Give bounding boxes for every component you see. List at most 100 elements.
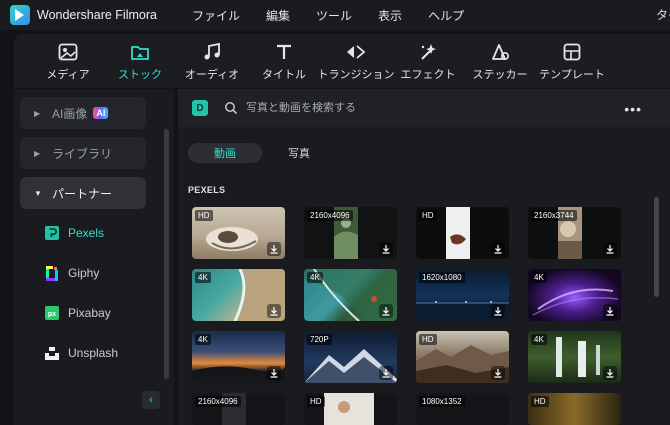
tab-video[interactable]: 動画 [188, 143, 262, 163]
title-bar: Wondershare Filmora ファイル 編集 ツール 表示 ヘルプ タ… [0, 0, 670, 30]
download-icon[interactable] [379, 366, 393, 380]
tab-audio[interactable]: オーディオ [176, 34, 248, 88]
pexels-icon [44, 225, 60, 241]
giphy-icon [44, 265, 60, 281]
tab-template[interactable]: テンプレート [536, 34, 608, 88]
stock-icon [129, 41, 151, 63]
resolution-badge: 2160x3744 [531, 210, 577, 221]
download-icon[interactable] [267, 366, 281, 380]
sidebar-item-label: パートナー [52, 186, 113, 201]
menu-edit[interactable]: 編集 [266, 7, 290, 24]
sidebar-item-pexels[interactable]: Pexels [44, 221, 104, 245]
video-thumbnail[interactable]: 2160x3744 [528, 207, 621, 259]
sticker-icon [489, 41, 511, 63]
provider-badge[interactable]: D [192, 100, 208, 116]
tab-stock[interactable]: ストック [104, 34, 176, 88]
pixabay-icon: px [44, 305, 60, 321]
download-icon[interactable] [379, 242, 393, 256]
asset-toolbar: メディア ストック オーディオ タイトル トランジション エフェクト ステッカー… [14, 34, 670, 88]
sidebar-scrollbar[interactable] [164, 129, 169, 379]
more-options-icon[interactable]: ••• [624, 101, 642, 117]
menu-help[interactable]: ヘルプ [428, 7, 464, 24]
tab-effect[interactable]: エフェクト [392, 34, 464, 88]
download-icon[interactable] [491, 242, 505, 256]
resolution-badge: 720P [307, 334, 332, 345]
tab-effect-label: エフェクト [400, 68, 456, 81]
video-thumbnail[interactable]: 1080x1352 [416, 393, 509, 425]
download-icon[interactable] [491, 366, 505, 380]
download-icon[interactable] [491, 304, 505, 318]
chevron-right-icon: ▶ [34, 148, 41, 158]
tab-stock-label: ストック [118, 68, 162, 81]
video-thumbnail[interactable]: 1620x1080 [416, 269, 509, 321]
resolution-badge: 2160x4096 [195, 396, 241, 407]
partner-label: Pexels [68, 226, 105, 240]
tab-title-label: タイトル [262, 68, 306, 81]
resolution-badge: 2160x4096 [307, 210, 353, 221]
download-icon[interactable] [267, 304, 281, 318]
effect-icon [417, 41, 439, 63]
search-input[interactable] [246, 102, 546, 114]
sidebar-item-unsplash[interactable]: Unsplash [44, 341, 118, 365]
tab-media-label: メディア [46, 68, 90, 81]
partner-label: Pixabay [68, 306, 111, 320]
resolution-badge: 4K [531, 334, 547, 345]
section-title: PEXELS [188, 185, 226, 195]
resolution-badge: HD [419, 334, 437, 345]
video-thumbnail[interactable]: HD [304, 393, 397, 425]
sidebar-item-ai-image[interactable]: ▶ AI画像 AI [20, 97, 146, 129]
video-thumbnail[interactable]: 4K [192, 331, 285, 383]
tab-media[interactable]: メディア [32, 34, 104, 88]
video-thumbnail[interactable]: HD [192, 207, 285, 259]
transition-icon [345, 41, 367, 63]
video-thumbnail[interactable]: HD [528, 393, 621, 425]
sidebar-item-giphy[interactable]: Giphy [44, 261, 99, 285]
resolution-badge: HD [531, 396, 549, 407]
video-thumbnail[interactable]: 4K [304, 269, 397, 321]
tab-photo[interactable]: 写真 [262, 143, 336, 163]
sidebar-item-label: ライブラリ [52, 146, 113, 161]
tab-template-label: テンプレート [539, 68, 605, 81]
resolution-badge: 4K [307, 272, 323, 283]
collapse-sidebar-button[interactable]: ‹ [142, 391, 160, 409]
filmora-window: Wondershare Filmora ファイル 編集 ツール 表示 ヘルプ タ… [0, 0, 670, 425]
video-thumbnail[interactable]: 4K [528, 331, 621, 383]
sidebar-item-library[interactable]: ▶ ライブラリ [20, 137, 146, 169]
menu-tools[interactable]: ツール [316, 7, 352, 24]
chevron-down-icon: ▼ [34, 188, 42, 198]
resolution-badge: 4K [195, 334, 211, 345]
ai-badge: AI [93, 107, 109, 119]
tab-transition-label: トランジション [317, 68, 395, 81]
svg-text:px: px [48, 311, 56, 318]
media-type-tabs: 動画 写真 [188, 143, 336, 163]
download-icon[interactable] [603, 366, 617, 380]
template-icon [561, 41, 583, 63]
video-thumbnail[interactable]: 720P [304, 331, 397, 383]
download-icon[interactable] [379, 304, 393, 318]
search-bar: D ••• [178, 89, 670, 127]
video-thumbnail[interactable]: 4K [192, 269, 285, 321]
tab-title[interactable]: タイトル [248, 34, 320, 88]
title-bar-project-name: タイ [656, 8, 670, 22]
stock-sidebar: ▶ AI画像 AI ▶ ライブラリ ▼ パートナー Pexels Giphy p [14, 89, 174, 425]
download-icon[interactable] [603, 304, 617, 318]
video-thumbnail[interactable]: 2160x4096 [192, 393, 285, 425]
resolution-badge: HD [307, 396, 325, 407]
tab-sticker-label: ステッカー [472, 68, 528, 81]
sidebar-item-pixabay[interactable]: px Pixabay [44, 301, 111, 325]
tab-sticker[interactable]: ステッカー [464, 34, 536, 88]
chevron-right-icon: ▶ [34, 108, 41, 118]
content-scrollbar[interactable] [654, 197, 659, 297]
video-thumbnail[interactable]: HD [416, 331, 509, 383]
menu-view[interactable]: 表示 [378, 7, 402, 24]
video-thumbnail[interactable]: 2160x4096 [304, 207, 397, 259]
chevron-left-icon: ‹ [149, 394, 153, 406]
download-icon[interactable] [603, 242, 617, 256]
tab-transition[interactable]: トランジション [317, 34, 395, 88]
menu-file[interactable]: ファイル [192, 7, 240, 24]
download-icon[interactable] [267, 242, 281, 256]
sidebar-item-partner[interactable]: ▼ パートナー [20, 177, 146, 209]
video-thumbnail[interactable]: 4K [528, 269, 621, 321]
video-thumbnail[interactable]: HD [416, 207, 509, 259]
resolution-badge: 1620x1080 [419, 272, 465, 283]
